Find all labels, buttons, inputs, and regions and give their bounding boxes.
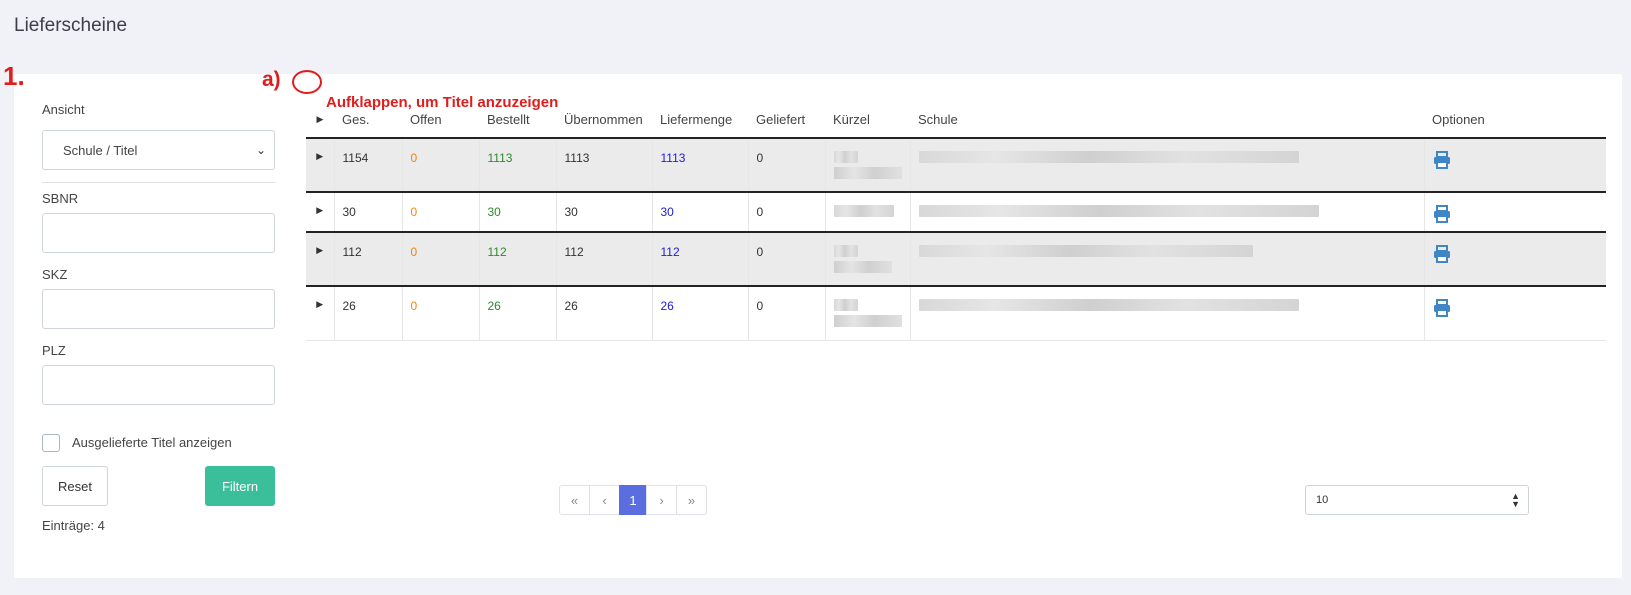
annotation-sub-label: a)	[262, 68, 281, 91]
cell-liefermenge: 1113	[652, 138, 749, 192]
col-liefermenge[interactable]: Liefermenge	[652, 102, 748, 139]
page-1-button[interactable]: 1	[619, 485, 647, 515]
cell-geliefert: 0	[748, 192, 826, 232]
print-icon[interactable]	[1433, 205, 1451, 223]
cell-liefermenge: 26	[652, 286, 749, 340]
print-icon[interactable]	[1433, 151, 1451, 169]
cell-geliefert: 0	[748, 286, 826, 340]
cell-geliefert: 0	[748, 138, 826, 192]
cell-offen: 0	[402, 138, 480, 192]
annotation-hint: Aufklappen, um Titel anzuzeigen	[326, 94, 559, 111]
main-card: Ansicht Schule / Titel ⌄ SBNR SKZ PLZ Au…	[14, 74, 1622, 578]
delivery-table: ▶ Ges. Offen Bestellt Übernommen Lieferm…	[306, 102, 1606, 341]
col-kuerzel[interactable]: Kürzel	[825, 102, 910, 139]
col-uebernommen[interactable]: Übernommen	[556, 102, 652, 139]
cell-bestellt: 112	[479, 232, 557, 286]
table-row[interactable]: ▶ 112 0 112 112 112 0	[306, 232, 1606, 286]
filter-button[interactable]: Filtern	[205, 466, 275, 506]
chevron-down-icon: ⌄	[255, 143, 266, 157]
print-button[interactable]	[1424, 286, 1606, 340]
next-page-button[interactable]: ›	[646, 485, 677, 515]
table-row[interactable]: ▶ 30 0 30 30 30 0	[306, 192, 1606, 232]
cell-schule-redacted	[910, 232, 1425, 286]
cell-schule-redacted	[910, 286, 1425, 340]
col-schule[interactable]: Schule	[910, 102, 1424, 139]
cell-kuerzel-redacted	[825, 192, 911, 232]
cell-bestellt: 26	[479, 286, 557, 340]
col-optionen: Optionen	[1424, 102, 1606, 139]
cell-uebernommen: 112	[556, 232, 653, 286]
last-page-button[interactable]: »	[676, 485, 707, 515]
table-row[interactable]: ▶ 1154 0 1113 1113 1113 0	[306, 138, 1606, 192]
print-icon[interactable]	[1433, 299, 1451, 317]
prev-page-button[interactable]: ‹	[589, 485, 620, 515]
plz-label: PLZ	[42, 343, 66, 358]
pagination: « ‹ 1 › »	[559, 485, 707, 515]
cell-bestellt: 1113	[479, 138, 557, 192]
plz-input[interactable]	[42, 365, 275, 405]
cell-kuerzel-redacted	[825, 286, 911, 340]
sort-arrows-icon: ▲ ▼	[1511, 491, 1520, 509]
entries-count: Einträge: 4	[42, 518, 105, 533]
cell-uebernommen: 1113	[556, 138, 653, 192]
cell-geliefert: 0	[748, 232, 826, 286]
ansicht-select-value: Schule / Titel	[63, 142, 138, 158]
print-icon[interactable]	[1433, 245, 1451, 263]
cell-uebernommen: 30	[556, 192, 653, 232]
annotation-step-number: 1.	[3, 61, 25, 91]
ausgelieferte-checkbox[interactable]	[42, 434, 60, 452]
cell-schule-redacted	[910, 192, 1425, 232]
first-page-button[interactable]: «	[559, 485, 590, 515]
ausgelieferte-checkbox-label[interactable]: Ausgelieferte Titel anzeigen	[72, 435, 232, 450]
table-row[interactable]: ▶ 26 0 26 26 26 0	[306, 286, 1606, 340]
cell-liefermenge: 112	[652, 232, 749, 286]
cell-offen: 0	[402, 192, 480, 232]
ansicht-select[interactable]: Schule / Titel ⌄	[42, 130, 275, 170]
cell-uebernommen: 26	[556, 286, 653, 340]
cell-bestellt: 30	[479, 192, 557, 232]
cell-schule-redacted	[910, 138, 1425, 192]
cell-offen: 0	[402, 232, 480, 286]
cell-ges: 112	[334, 232, 403, 286]
cell-ges: 26	[334, 286, 403, 340]
expand-row-toggle[interactable]: ▶	[306, 192, 335, 232]
expand-row-toggle[interactable]: ▶	[306, 286, 335, 340]
skz-input[interactable]	[42, 289, 275, 329]
sbnr-label: SBNR	[42, 191, 79, 206]
expand-row-toggle[interactable]: ▶	[306, 138, 335, 192]
page-size-select[interactable]: 10 ▲ ▼	[1305, 485, 1529, 515]
print-button[interactable]	[1424, 232, 1606, 286]
sbnr-input[interactable]	[42, 213, 275, 253]
print-button[interactable]	[1424, 192, 1606, 232]
cell-offen: 0	[402, 286, 480, 340]
cell-ges: 1154	[334, 138, 403, 192]
page-size-value: 10	[1316, 494, 1329, 506]
col-geliefert[interactable]: Geliefert	[748, 102, 825, 139]
reset-button[interactable]: Reset	[42, 466, 108, 506]
print-button[interactable]	[1424, 138, 1606, 192]
ansicht-label: Ansicht	[42, 102, 85, 117]
cell-kuerzel-redacted	[825, 138, 911, 192]
page-title: Lieferscheine	[14, 15, 128, 36]
expand-row-toggle[interactable]: ▶	[306, 232, 335, 286]
divider	[42, 182, 275, 183]
skz-label: SKZ	[42, 267, 68, 282]
cell-liefermenge: 30	[652, 192, 749, 232]
cell-kuerzel-redacted	[825, 232, 911, 286]
cell-ges: 30	[334, 192, 403, 232]
annotation-circle	[292, 70, 322, 94]
